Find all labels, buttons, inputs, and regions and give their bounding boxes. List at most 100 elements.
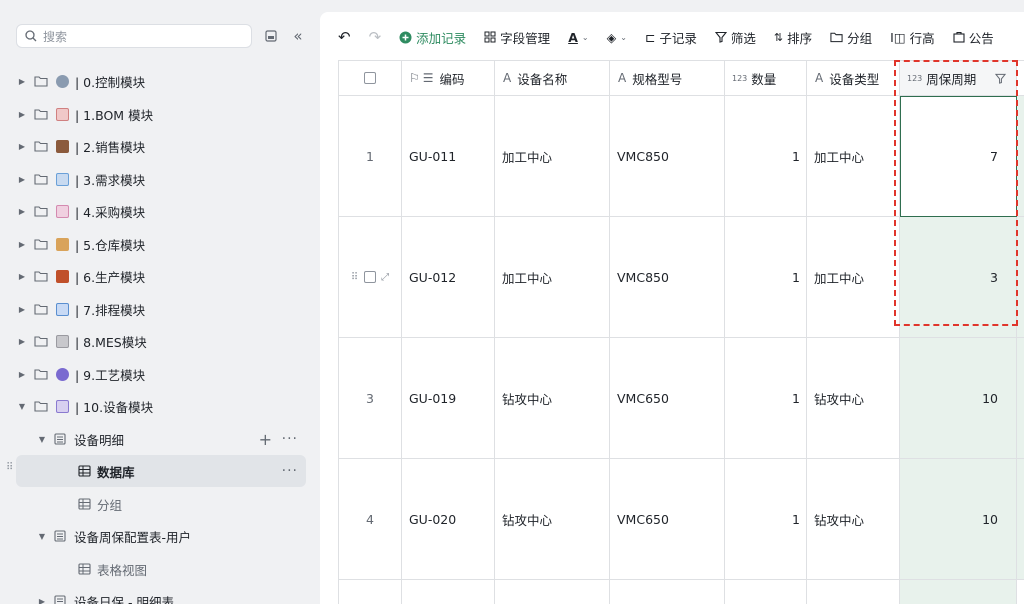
column-header-code[interactable]: ⚐ ☰ 编码 xyxy=(402,61,495,96)
sidebar-item-label: | 0.控制模块 xyxy=(75,74,146,90)
cell-type[interactable]: 加工中心 xyxy=(807,217,900,338)
sidebar-item-bom[interactable]: ▶ | 1.BOM 模块 xyxy=(16,98,306,130)
sidebar-item-equip-detail[interactable]: ▼ 设备明细 + ··· xyxy=(16,423,306,455)
cell-model[interactable]: VMC850 xyxy=(610,96,725,217)
cell-code[interactable] xyxy=(402,580,495,604)
caret-right-icon[interactable]: ▶ xyxy=(16,305,28,314)
cell-name[interactable]: 钻攻中心 xyxy=(495,338,610,459)
filter-button[interactable]: 筛选 xyxy=(714,28,756,47)
cell-model[interactable]: VMC650 xyxy=(610,459,725,580)
cell-code[interactable]: GU-019 xyxy=(402,338,495,459)
sidebar-item-label: | 1.BOM 模块 xyxy=(75,107,154,123)
row-index[interactable]: 4 xyxy=(338,459,402,580)
column-header-qty[interactable]: 123 数量 xyxy=(725,61,807,96)
sidebar-item-group[interactable]: 分组 xyxy=(16,488,306,520)
caret-down-icon[interactable]: ▼ xyxy=(36,435,48,444)
sidebar-item-mes[interactable]: ▶ | 8.MES模块 xyxy=(16,325,306,357)
group-button[interactable]: 分组 xyxy=(830,28,872,47)
column-header-model[interactable]: A 规格型号 xyxy=(610,61,725,96)
caret-right-icon[interactable]: ▶ xyxy=(16,370,28,379)
column-header-type[interactable]: A 设备类型 xyxy=(807,61,900,96)
row-index[interactable] xyxy=(338,580,402,604)
notice-button[interactable]: 公告 xyxy=(953,28,994,47)
doc-toggle-icon[interactable] xyxy=(263,28,279,44)
caret-down-icon[interactable]: ▼ xyxy=(16,402,28,411)
sidebar-item-schedule[interactable]: ▶ | 7.排程模块 xyxy=(16,293,306,325)
undo-button[interactable]: ↶ xyxy=(338,28,351,46)
fill-color-button[interactable]: ◈ ⌄ xyxy=(607,30,627,45)
sidebar-item-demand[interactable]: ▶ | 3.需求模块 xyxy=(16,163,306,195)
row-height-button[interactable]: I◫ 行高 xyxy=(890,28,935,47)
column-header-name[interactable]: A 设备名称 xyxy=(495,61,610,96)
cell-cycle[interactable]: 10 xyxy=(900,459,1017,580)
cell-type[interactable]: 加工中心 xyxy=(807,96,900,217)
cell-code[interactable]: GU-011 xyxy=(402,96,495,217)
caret-right-icon[interactable]: ▶ xyxy=(16,207,28,216)
caret-right-icon[interactable]: ▶ xyxy=(16,240,28,249)
cell-code[interactable]: GU-020 xyxy=(402,459,495,580)
sidebar-item-database[interactable]: 数据库 ··· xyxy=(16,455,306,487)
cell-type[interactable]: 钻攻中心 xyxy=(807,459,900,580)
caret-right-icon[interactable]: ▶ xyxy=(16,337,28,346)
select-all-header[interactable] xyxy=(338,61,402,96)
cell-qty[interactable] xyxy=(725,580,807,604)
more-icon[interactable]: ··· xyxy=(282,431,298,447)
sidebar-item-equip-config[interactable]: ▼ 设备周保配置表-用户 xyxy=(16,520,306,552)
table-icon xyxy=(78,465,91,477)
cell-type[interactable]: 钻攻中心 xyxy=(807,338,900,459)
row-index[interactable]: 3 xyxy=(338,338,402,459)
sidebar-item-daily-detail[interactable]: ▶ 设备日保 - 明细表 xyxy=(16,585,306,604)
cell-name[interactable]: 加工中心 xyxy=(495,217,610,338)
cell-name[interactable] xyxy=(495,580,610,604)
sidebar-item-equipment[interactable]: ▼ | 10.设备模块 xyxy=(16,390,306,422)
cell-model[interactable]: VMC650 xyxy=(610,338,725,459)
drag-handle-icon[interactable]: ⠿ xyxy=(351,272,358,283)
caret-right-icon[interactable]: ▶ xyxy=(16,142,28,151)
cell-type[interactable] xyxy=(807,580,900,604)
cell-name[interactable]: 钻攻中心 xyxy=(495,459,610,580)
sidebar-item-production[interactable]: ▶ | 6.生产模块 xyxy=(16,260,306,292)
cell-cycle[interactable]: 10 xyxy=(900,338,1017,459)
cell-qty[interactable]: 1 xyxy=(725,217,807,338)
cell-model[interactable] xyxy=(610,580,725,604)
factory-icon xyxy=(56,399,69,413)
caret-right-icon[interactable]: ▶ xyxy=(36,597,48,604)
caret-right-icon[interactable]: ▶ xyxy=(16,110,28,119)
sub-record-button[interactable]: ⊏ 子记录 xyxy=(645,28,697,47)
sort-label: 排序 xyxy=(787,30,813,46)
add-circle-icon xyxy=(399,31,412,43)
collapse-sidebar-icon[interactable]: « xyxy=(290,27,306,45)
text-color-button[interactable]: A ⌄ xyxy=(568,30,588,45)
expand-icon[interactable]: ⤢ xyxy=(381,272,389,283)
search-input[interactable]: 搜索 xyxy=(16,24,252,48)
row-index[interactable]: 1 xyxy=(338,96,402,217)
add-icon[interactable]: + xyxy=(259,430,272,449)
cell-qty[interactable]: 1 xyxy=(725,338,807,459)
caret-right-icon[interactable]: ▶ xyxy=(16,272,28,281)
redo-button[interactable]: ↷ xyxy=(369,28,382,46)
select-all-checkbox[interactable] xyxy=(364,72,376,84)
sort-button[interactable]: ⇅ 排序 xyxy=(774,28,812,47)
sidebar-item-process[interactable]: ▶ | 9.工艺模块 xyxy=(16,358,306,390)
drag-handle-icon[interactable]: ⠿ xyxy=(6,462,13,473)
sidebar-item-warehouse[interactable]: ▶ | 5.仓库模块 xyxy=(16,228,306,260)
sidebar-item-purchase[interactable]: ▶ | 4.采购模块 xyxy=(16,195,306,227)
cell-name[interactable]: 加工中心 xyxy=(495,96,610,217)
cell-cycle[interactable] xyxy=(900,580,1017,604)
sidebar-item-control[interactable]: ▶ | 0.控制模块 xyxy=(16,65,306,97)
caret-right-icon[interactable]: ▶ xyxy=(16,175,28,184)
sidebar-item-label: | 2.销售模块 xyxy=(75,139,146,155)
cell-qty[interactable]: 1 xyxy=(725,96,807,217)
sidebar-item-sales[interactable]: ▶ | 2.销售模块 xyxy=(16,130,306,162)
add-record-button[interactable]: 添加记录 xyxy=(399,28,466,47)
row-controls[interactable]: ⠿ ⤢ xyxy=(338,217,402,338)
cell-qty[interactable]: 1 xyxy=(725,459,807,580)
more-icon[interactable]: ··· xyxy=(282,463,298,479)
field-mgmt-button[interactable]: 字段管理 xyxy=(484,28,550,47)
cell-model[interactable]: VMC850 xyxy=(610,217,725,338)
caret-right-icon[interactable]: ▶ xyxy=(16,77,28,86)
caret-down-icon[interactable]: ▼ xyxy=(36,532,48,541)
row-checkbox[interactable] xyxy=(364,271,377,283)
sidebar-item-table-view[interactable]: 表格视图 xyxy=(16,553,306,585)
cell-code[interactable]: GU-012 xyxy=(402,217,495,338)
